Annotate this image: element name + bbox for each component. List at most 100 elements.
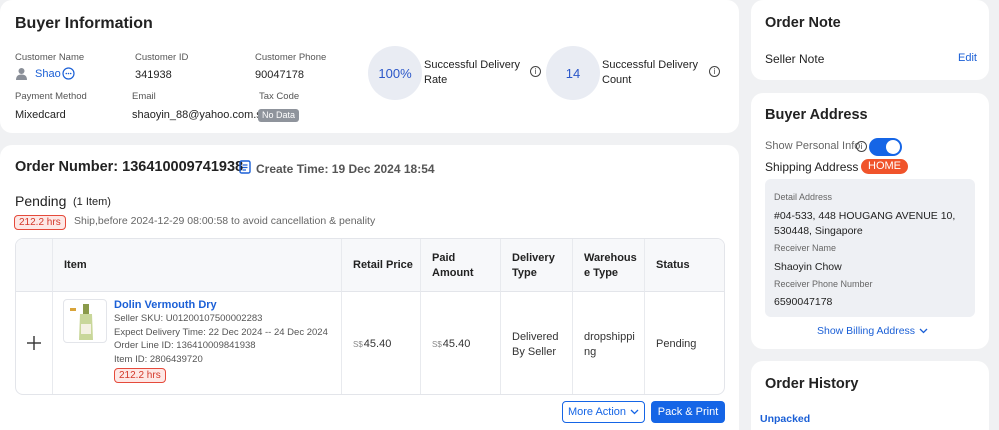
expand-plus-icon[interactable] — [26, 335, 42, 354]
detail-address-line2: 530448, Singapore — [774, 225, 863, 237]
detail-address-line1: #04-533, 448 HOUGANG AVENUE 10, — [774, 210, 956, 222]
detail-address-label: Detail Address — [774, 192, 833, 202]
more-action-button[interactable]: More Action — [562, 401, 645, 423]
delivery-count-info-icon[interactable]: i — [709, 66, 720, 77]
col-retail-price: Retail Price — [341, 239, 420, 292]
copy-document-icon[interactable] — [239, 160, 251, 177]
order-note-title: Order Note — [765, 15, 841, 31]
order-items-table: Item Retail Price Paid Amount Delivery T… — [15, 238, 725, 395]
customer-id-label: Customer ID — [135, 52, 189, 63]
delivery-rate-label-line1: Successful Delivery — [424, 59, 520, 71]
receiver-name-label: Receiver Name — [774, 243, 837, 253]
delivery-rate-circle: 100% — [368, 46, 422, 100]
col-paid-line1: Paid — [432, 252, 456, 264]
warehouse-type-cell: dropshippi ng — [572, 292, 644, 394]
col-delivery-line2: Type — [512, 267, 537, 279]
buyer-information-card: Buyer Information Customer Name Shao Cus… — [0, 0, 739, 133]
col-delivery-type: Delivery Type — [500, 239, 572, 292]
product-thumbnail[interactable] — [63, 299, 107, 343]
col-warehouse-line1: Warehous — [584, 252, 637, 264]
warehouse-type-line1: dropshippi — [584, 331, 635, 343]
delivery-rate-info-icon[interactable]: i — [530, 66, 541, 77]
delivery-type-line2: By Seller — [512, 346, 557, 358]
retail-price-cell: S$ 45.40 — [341, 292, 420, 394]
customer-name-label: Customer Name — [15, 52, 85, 63]
delivery-rate-label-line2: Rate — [424, 74, 448, 86]
order-line-id: Order Line ID: 136410009841938 — [114, 340, 256, 352]
delivery-type-cell: Delivered By Seller — [500, 292, 572, 394]
chat-icon[interactable] — [62, 67, 75, 83]
email-label: Email — [132, 91, 156, 102]
seller-sku: Seller SKU: U01200107500002283 — [114, 313, 263, 325]
shipping-address-label: Shipping Address — [765, 160, 859, 174]
delivery-count-label-line2: Count — [602, 74, 632, 86]
edit-note-link[interactable]: Edit — [958, 52, 977, 64]
col-warehouse-line2: e Type — [584, 267, 619, 279]
delivery-count-label: Successful Delivery Count — [602, 58, 698, 88]
create-time: Create Time: 19 Dec 2024 18:54 — [256, 162, 435, 176]
personal-info-help-icon[interactable]: i — [856, 141, 867, 152]
warehouse-type-line2: ng — [584, 346, 597, 358]
paid-currency: S$ — [432, 339, 442, 349]
tax-code-label: Tax Code — [259, 91, 300, 102]
ship-deadline-text: Ship,before 2024-12-29 08:00:58 to avoid… — [74, 215, 376, 227]
retail-price-value: 45.40 — [363, 338, 392, 350]
col-paid-amount: Paid Amount — [420, 239, 500, 292]
payment-method-value: Mixedcard — [15, 109, 66, 121]
paid-amount-cell: S$ 45.40 — [420, 292, 500, 394]
row-hrs-badge: 212.2 hrs — [114, 368, 166, 384]
detail-address-value: #04-533, 448 HOUGANG AVENUE 10, 530448, … — [774, 209, 955, 239]
seller-note-label: Seller Note — [765, 52, 825, 66]
order-number-title: Order Number: 136410009741938 — [15, 159, 244, 175]
customer-phone-label: Customer Phone — [255, 52, 327, 63]
col-warehouse-type: Warehous e Type — [572, 239, 644, 292]
order-history-card: Order History Unpacked — [751, 361, 989, 430]
status-title: Pending — [15, 193, 67, 209]
delivery-count-label-line1: Successful Delivery — [602, 59, 698, 71]
buyer-address-card: Buyer Address Show Personal Info i Shipp… — [751, 93, 989, 349]
show-billing-label: Show Billing Address — [817, 325, 916, 337]
show-personal-info-label: Show Personal Info — [765, 140, 861, 152]
tax-code-badge: No Data — [258, 109, 300, 122]
payment-method-label: Payment Method — [15, 91, 87, 102]
buyer-address-title: Buyer Address — [765, 107, 868, 123]
history-status-unpacked[interactable]: Unpacked — [760, 413, 810, 425]
expect-delivery-time: Expect Delivery Time: 22 Dec 2024 -- 24 … — [114, 326, 328, 338]
status-cell: Pending — [644, 292, 724, 394]
chevron-down-icon — [630, 406, 639, 418]
receiver-phone-value: 6590047178 — [774, 296, 833, 308]
pack-print-button[interactable]: Pack & Print — [651, 401, 725, 423]
item-count: (1 Item) — [73, 196, 111, 208]
receiver-name-value: Shaoyin Chow — [774, 261, 842, 273]
delivery-count-circle: 14 — [546, 46, 600, 100]
address-detail-box: Detail Address #04-533, 448 HOUGANG AVEN… — [765, 179, 975, 317]
delivery-rate-label: Successful Delivery Rate — [424, 58, 520, 88]
customer-name-link[interactable]: Shao — [35, 68, 61, 80]
retail-currency: S$ — [353, 339, 363, 349]
home-tag: HOME — [861, 159, 908, 174]
more-action-label: More Action — [567, 406, 627, 418]
customer-phone-value: 90047178 — [255, 69, 304, 81]
order-note-card: Order Note Seller Note Edit — [751, 0, 989, 80]
delivery-type-line1: Delivered — [512, 331, 559, 343]
col-paid-line2: Amount — [432, 267, 474, 279]
email-value: shaoyin_88@yahoo.com.sg — [132, 109, 268, 121]
receiver-phone-label: Receiver Phone Number — [774, 279, 873, 289]
col-status: Status — [644, 239, 724, 292]
ship-deadline-badge: 212.2 hrs — [14, 215, 66, 230]
show-billing-address-link[interactable]: Show Billing Address — [817, 325, 928, 337]
paid-amount-value: 45.40 — [442, 338, 471, 350]
col-item: Item — [52, 239, 341, 292]
customer-id-value: 341938 — [135, 69, 172, 81]
item-id: Item ID: 2806439720 — [114, 353, 203, 365]
product-name-link[interactable]: Dolin Vermouth Dry — [114, 299, 328, 312]
item-cell: Dolin Vermouth Dry Seller SKU: U01200107… — [52, 292, 341, 394]
col-expand — [16, 239, 52, 292]
user-avatar-icon — [15, 67, 28, 83]
show-personal-info-toggle[interactable] — [869, 138, 902, 156]
chevron-down-icon — [919, 325, 928, 337]
order-history-title: Order History — [765, 376, 859, 392]
expand-cell — [16, 292, 52, 394]
col-delivery-line1: Delivery — [512, 252, 555, 264]
buyer-information-title: Buyer Information — [15, 15, 153, 32]
